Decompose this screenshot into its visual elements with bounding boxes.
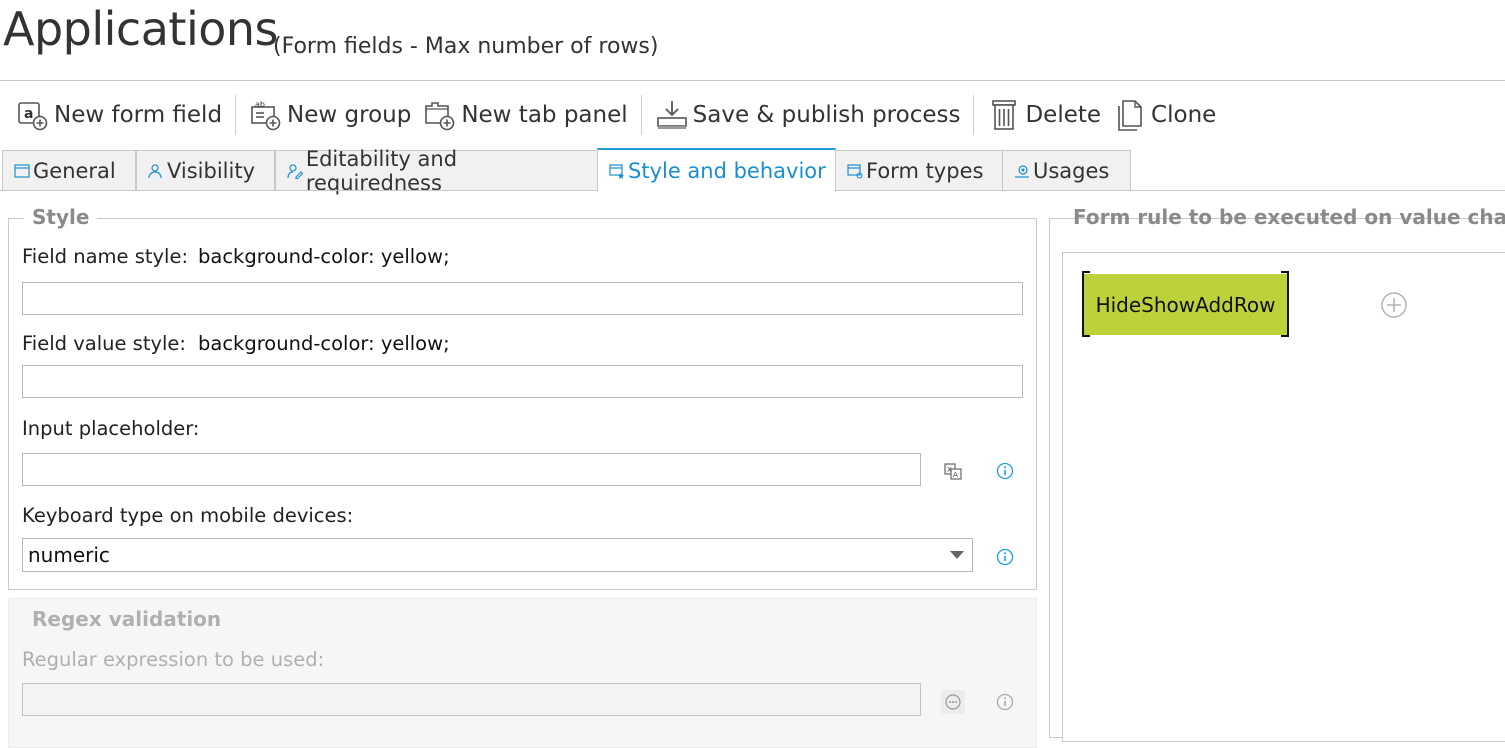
tab-editability-label: Editability and requiredness	[305, 146, 458, 195]
regex-input[interactable]	[22, 683, 921, 716]
tab-visibility[interactable]: Visibility	[136, 150, 275, 191]
tab-editability[interactable]: Editability and requiredness	[275, 147, 598, 195]
info-icon[interactable]	[996, 693, 1014, 711]
field-value-style-label: Field value style:	[22, 332, 186, 355]
new-form-field-label: New form field	[54, 102, 223, 128]
keyboard-type-value: numeric	[28, 543, 110, 567]
new-form-field-icon: a	[16, 98, 50, 132]
add-circle-icon[interactable]	[1380, 291, 1408, 319]
form-rule-legend: Form rule to be executed on value change	[1073, 205, 1505, 229]
tab-bar: General Visibility Editability and requi…	[0, 147, 1505, 195]
form-types-icon	[846, 162, 864, 180]
dropdown-caret-icon	[950, 551, 964, 559]
tab-usages[interactable]: Usages	[1002, 150, 1131, 191]
field-value-style-value: background-color: yellow;	[198, 332, 450, 355]
new-tab-panel-button[interactable]: New tab panel	[417, 92, 633, 138]
toolbar-separator	[235, 95, 237, 135]
toolbar: a New form field ab New group New tab pa…	[10, 92, 1222, 138]
svg-text:X: X	[947, 466, 952, 474]
clone-icon	[1113, 98, 1147, 132]
svg-text:A: A	[953, 471, 958, 479]
header-divider	[0, 80, 1505, 81]
tab-general[interactable]: General	[2, 150, 136, 191]
tab-general-label: General	[33, 158, 116, 183]
delete-button[interactable]: Delete	[981, 92, 1107, 138]
save-publish-icon	[655, 98, 689, 132]
usages-icon	[1013, 162, 1031, 180]
tab-form-types-label: Form types	[866, 158, 984, 183]
toolbar-separator	[973, 95, 975, 135]
regex-label: Regular expression to be used:	[22, 648, 325, 671]
selection-bracket-left	[1082, 271, 1090, 337]
new-group-button[interactable]: ab New group	[243, 92, 417, 138]
tab-style-behavior-label: Style and behavior	[628, 158, 826, 183]
page-subtitle: (Form fields - Max number of rows)	[273, 34, 659, 59]
input-placeholder-label: Input placeholder:	[22, 417, 200, 440]
page-title: Applications	[3, 2, 279, 56]
keyboard-type-select[interactable]: numeric	[22, 538, 973, 572]
style-legend: Style	[24, 205, 98, 229]
tab-visibility-label: Visibility	[167, 158, 256, 183]
style-window-icon	[608, 162, 626, 180]
keyboard-type-label: Keyboard type on mobile devices:	[22, 504, 354, 527]
svg-text:ab: ab	[255, 100, 265, 109]
new-form-field-button[interactable]: a New form field	[10, 92, 228, 138]
style-section	[8, 218, 1037, 590]
new-group-label: New group	[287, 102, 412, 128]
new-group-icon: ab	[249, 98, 283, 132]
regex-legend: Regex validation	[24, 607, 230, 631]
field-name-style-label: Field name style:	[22, 245, 189, 268]
clone-button[interactable]: Clone	[1107, 92, 1222, 138]
input-placeholder-input[interactable]	[22, 453, 921, 486]
delete-label: Delete	[1025, 102, 1102, 128]
new-tab-panel-label: New tab panel	[461, 102, 628, 128]
delete-icon	[987, 98, 1021, 132]
selection-bracket-right	[1281, 271, 1289, 337]
field-name-style-input[interactable]	[22, 282, 1023, 315]
ellipsis-icon[interactable]	[941, 690, 965, 714]
window-icon	[13, 162, 31, 180]
save-publish-label: Save & publish process	[692, 102, 961, 128]
page-header: Applications (Form fields - Max number o…	[3, 0, 1505, 80]
svg-text:a: a	[24, 106, 33, 122]
info-icon[interactable]	[996, 548, 1014, 566]
tab-usages-label: Usages	[1033, 158, 1110, 183]
user-icon	[147, 162, 165, 180]
form-rule-chip[interactable]: HideShowAddRow	[1084, 274, 1287, 335]
toolbar-separator	[640, 95, 642, 135]
user-edit-icon	[286, 162, 304, 180]
new-tab-panel-icon	[423, 98, 457, 132]
translate-icon[interactable]: X A	[942, 460, 964, 482]
clone-label: Clone	[1151, 102, 1217, 128]
field-name-style-value: background-color: yellow;	[198, 245, 450, 268]
save-publish-button[interactable]: Save & publish process	[649, 92, 967, 138]
info-icon[interactable]	[996, 462, 1014, 480]
tab-style-behavior[interactable]: Style and behavior	[597, 148, 836, 192]
tab-form-types[interactable]: Form types	[835, 150, 1003, 191]
field-value-style-input[interactable]	[22, 365, 1023, 398]
